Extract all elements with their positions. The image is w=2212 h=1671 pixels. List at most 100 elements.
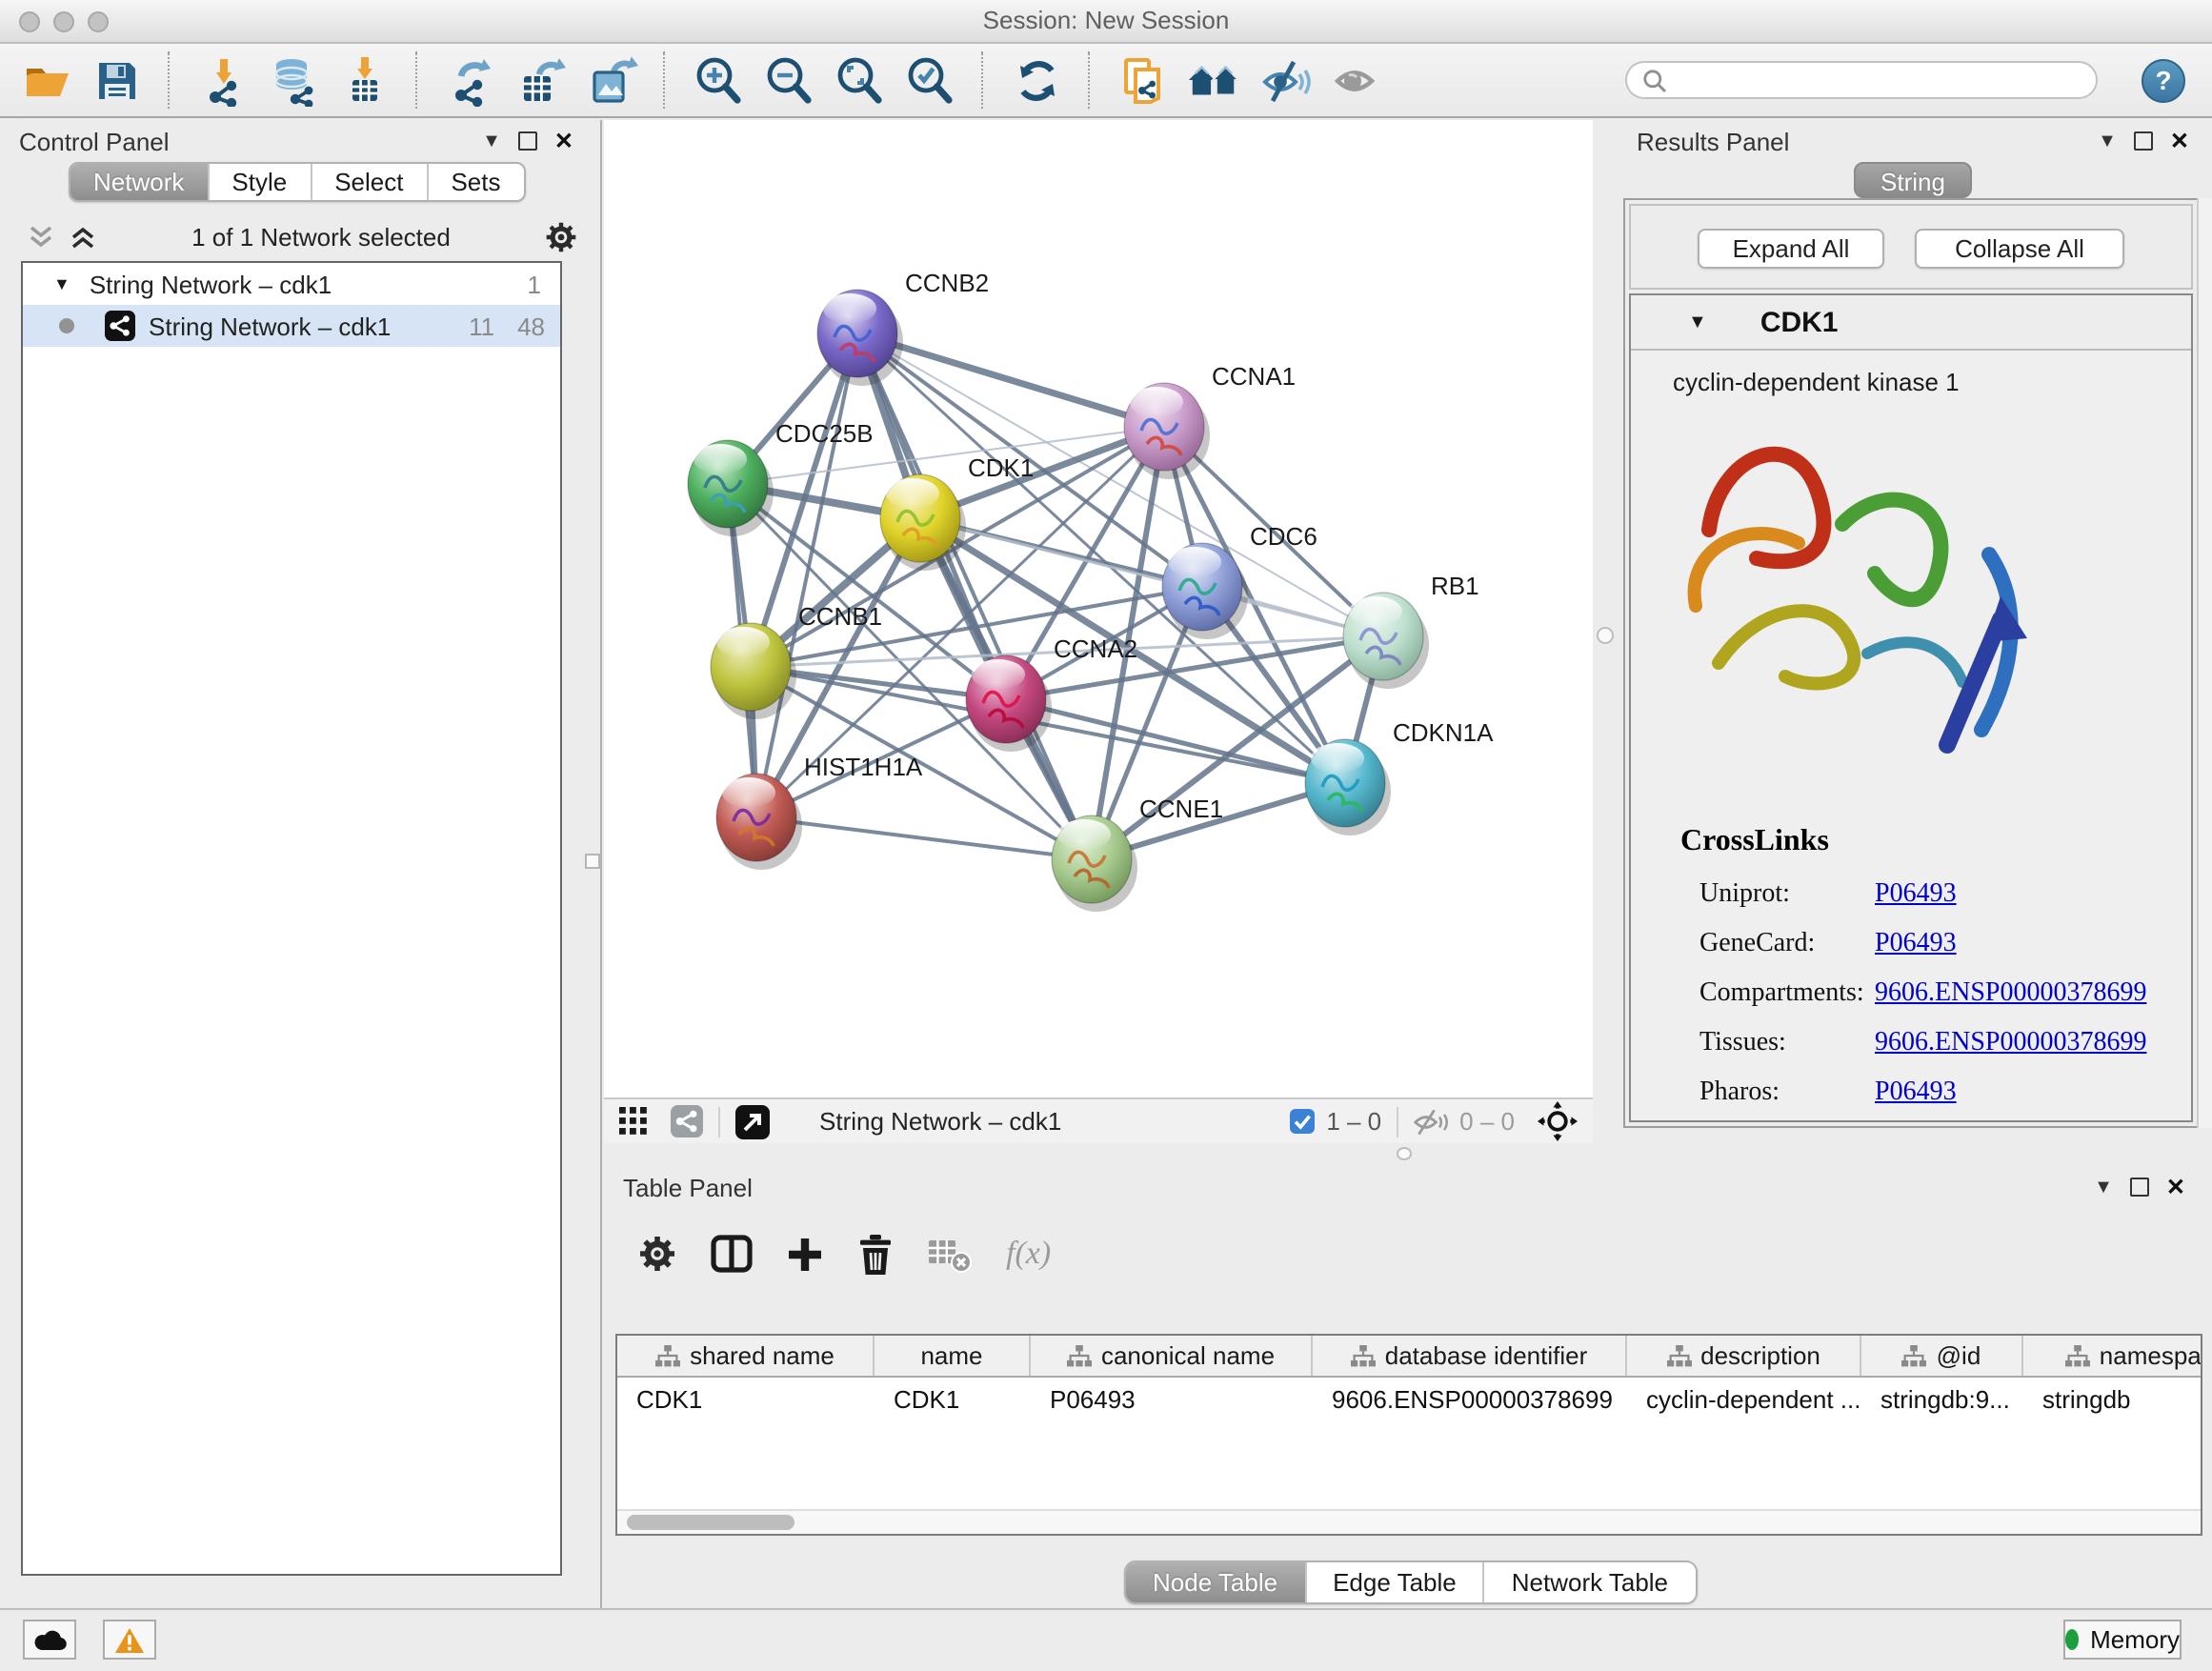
clone-network-view-button[interactable] [1116, 53, 1170, 107]
crosslink-link[interactable]: P06493 [1875, 930, 1957, 960]
function-builder-icon-disabled[interactable]: f(x) [1006, 1235, 1051, 1273]
help-button[interactable]: ? [2142, 58, 2185, 102]
table-cell[interactable]: stringdb:9... [1861, 1378, 2023, 1419]
panel-close-icon[interactable]: ✕ [554, 128, 573, 154]
control-panel-splitter-handle[interactable] [585, 854, 600, 869]
delete-table-icon-disabled[interactable] [928, 1236, 972, 1272]
table-cell[interactable]: P06493 [1031, 1378, 1313, 1419]
table-row[interactable]: CDK1CDK1P064939606.ENSP00000378699cyclin… [617, 1378, 2201, 1419]
panel-menu-caret-icon[interactable]: ▼ [482, 131, 501, 151]
panel-float-icon[interactable] [2134, 131, 2153, 151]
import-network-database-button[interactable] [267, 53, 320, 107]
open-session-button[interactable] [19, 53, 72, 107]
edge-CCNB2-CCNA1[interactable] [857, 333, 1164, 427]
column-header-label: canonical name [1101, 1341, 1275, 1370]
column-header--id[interactable]: @id [1861, 1336, 2023, 1376]
column-header-name[interactable]: name [875, 1336, 1031, 1376]
table-cell[interactable]: CDK1 [875, 1378, 1031, 1419]
table-cell[interactable]: 9606.ENSP00000378699 [1313, 1378, 1627, 1419]
column-header-database-identifier[interactable]: database identifier [1313, 1336, 1627, 1376]
export-image-button[interactable] [585, 53, 638, 107]
tab-node-table[interactable]: Node Table [1126, 1562, 1306, 1602]
column-header-description[interactable]: description [1627, 1336, 1861, 1376]
show-columns-icon[interactable] [711, 1235, 753, 1273]
expand-all-button[interactable]: Expand All [1698, 229, 1884, 269]
import-network-file-button[interactable] [196, 53, 250, 107]
panel-menu-caret-icon[interactable]: ▼ [2098, 131, 2117, 151]
node-RB1[interactable]: RB1 [1343, 572, 1479, 689]
fit-selected-crosshair-icon[interactable] [1538, 1101, 1578, 1141]
table-hscrollbar-thumb[interactable] [627, 1515, 794, 1530]
results-scrollbar[interactable] [2197, 198, 2212, 1128]
node-CDC6[interactable]: CDC6 [1162, 522, 1317, 639]
birds-eye-grid-icon[interactable] [619, 1107, 648, 1136]
hide-selected-button[interactable] [1257, 53, 1311, 107]
zoom-fit-button[interactable] [833, 53, 886, 107]
network-share-icon-disabled[interactable] [671, 1105, 703, 1137]
collapse-all-chevrons-icon[interactable] [27, 224, 55, 249]
network-collection-row[interactable]: ▼ String Network – cdk1 1 [23, 263, 560, 305]
show-all-button-disabled[interactable] [1328, 53, 1381, 107]
panel-menu-caret-icon[interactable]: ▼ [2094, 1177, 2113, 1198]
zoom-in-button[interactable] [692, 53, 745, 107]
warning-status-button[interactable] [103, 1620, 156, 1660]
node-CCNE1[interactable]: CCNE1 [1052, 795, 1223, 912]
export-table-button[interactable] [514, 53, 568, 107]
cloud-status-button[interactable] [23, 1620, 76, 1660]
horizontal-splitter-handle[interactable] [1397, 1147, 1412, 1160]
panel-float-icon[interactable] [518, 131, 537, 151]
panel-float-icon[interactable] [2130, 1178, 2149, 1197]
vertical-splitter-handle[interactable] [1597, 627, 1614, 644]
tree-expand-caret-icon[interactable]: ▼ [53, 274, 70, 293]
node-HIST1H1A[interactable]: HIST1H1A [716, 753, 923, 870]
first-neighbors-button[interactable] [1187, 53, 1240, 107]
tab-style[interactable]: Style [209, 164, 312, 200]
gene-section-header[interactable]: ▼ CDK1 [1631, 295, 2191, 351]
import-table-file-button[interactable] [337, 53, 391, 107]
network-options-gear-icon[interactable] [545, 220, 577, 252]
edge-CCNB2-HIST1H1A[interactable] [756, 333, 857, 817]
panel-close-icon[interactable]: ✕ [2166, 1174, 2185, 1200]
save-session-button[interactable] [90, 53, 143, 107]
table-options-gear-icon[interactable] [638, 1235, 676, 1273]
tab-select[interactable]: Select [312, 164, 428, 200]
network-canvas[interactable]: CCNB2CCNA1CDC25BCDK1CDC6RB1CCNB1CCNA2CDK… [604, 120, 1593, 1097]
crosslink-link[interactable]: P06493 [1875, 1078, 1957, 1109]
zoom-selected-button[interactable] [903, 53, 956, 107]
memory-button[interactable]: Memory [2063, 1620, 2182, 1660]
vertical-splitter[interactable] [1593, 120, 1619, 1143]
collapse-all-button[interactable]: Collapse All [1915, 229, 2124, 269]
table-hscrollbar[interactable] [617, 1509, 2201, 1534]
node-CDKN1A[interactable]: CDKN1A [1305, 718, 1494, 836]
hidden-eye-slash-icon[interactable] [1414, 1108, 1448, 1135]
network-row-selected[interactable]: String Network – cdk1 11 48 [23, 305, 560, 347]
crosslink-link[interactable]: P06493 [1875, 880, 1957, 911]
section-collapse-caret-icon[interactable]: ▼ [1688, 312, 1707, 332]
table-cell[interactable]: cyclin-dependent ... [1627, 1378, 1861, 1419]
crosslink-link[interactable]: 9606.ENSP00000378699 [1875, 1029, 2146, 1059]
table-cell[interactable]: CDK1 [617, 1378, 875, 1419]
panel-close-icon[interactable]: ✕ [2170, 128, 2189, 154]
column-header-canonical-name[interactable]: canonical name [1031, 1336, 1313, 1376]
tab-sets[interactable]: Sets [428, 164, 523, 200]
edge-HIST1H1A-CCNE1[interactable] [756, 817, 1092, 859]
column-header-namespace[interactable]: namespace [2023, 1336, 2202, 1376]
expand-all-chevrons-icon[interactable] [69, 224, 97, 249]
network-graph[interactable]: CCNB2CCNA1CDC25BCDK1CDC6RB1CCNB1CCNA2CDK… [604, 120, 1593, 1097]
node-CCNA1[interactable]: CCNA1 [1124, 362, 1296, 479]
tab-string[interactable]: String [1854, 162, 1972, 198]
search-input[interactable] [1677, 65, 2081, 95]
table-cell[interactable]: stringdb [2023, 1378, 2202, 1419]
export-network-button[interactable] [444, 53, 497, 107]
column-header-shared-name[interactable]: shared name [617, 1336, 875, 1376]
add-column-plus-icon[interactable] [787, 1236, 823, 1272]
selected-nodes-checkbox-icon[interactable] [1290, 1109, 1315, 1134]
delete-column-trash-icon[interactable] [857, 1234, 894, 1274]
tab-edge-table[interactable]: Edge Table [1306, 1562, 1485, 1602]
open-in-new-window-icon[interactable] [735, 1104, 770, 1138]
crosslink-link[interactable]: 9606.ENSP00000378699 [1875, 979, 2146, 1010]
zoom-out-button[interactable] [762, 53, 815, 107]
tab-network[interactable]: Network [70, 164, 209, 200]
refresh-view-button[interactable] [1010, 53, 1063, 107]
tab-network-table[interactable]: Network Table [1485, 1562, 1695, 1602]
